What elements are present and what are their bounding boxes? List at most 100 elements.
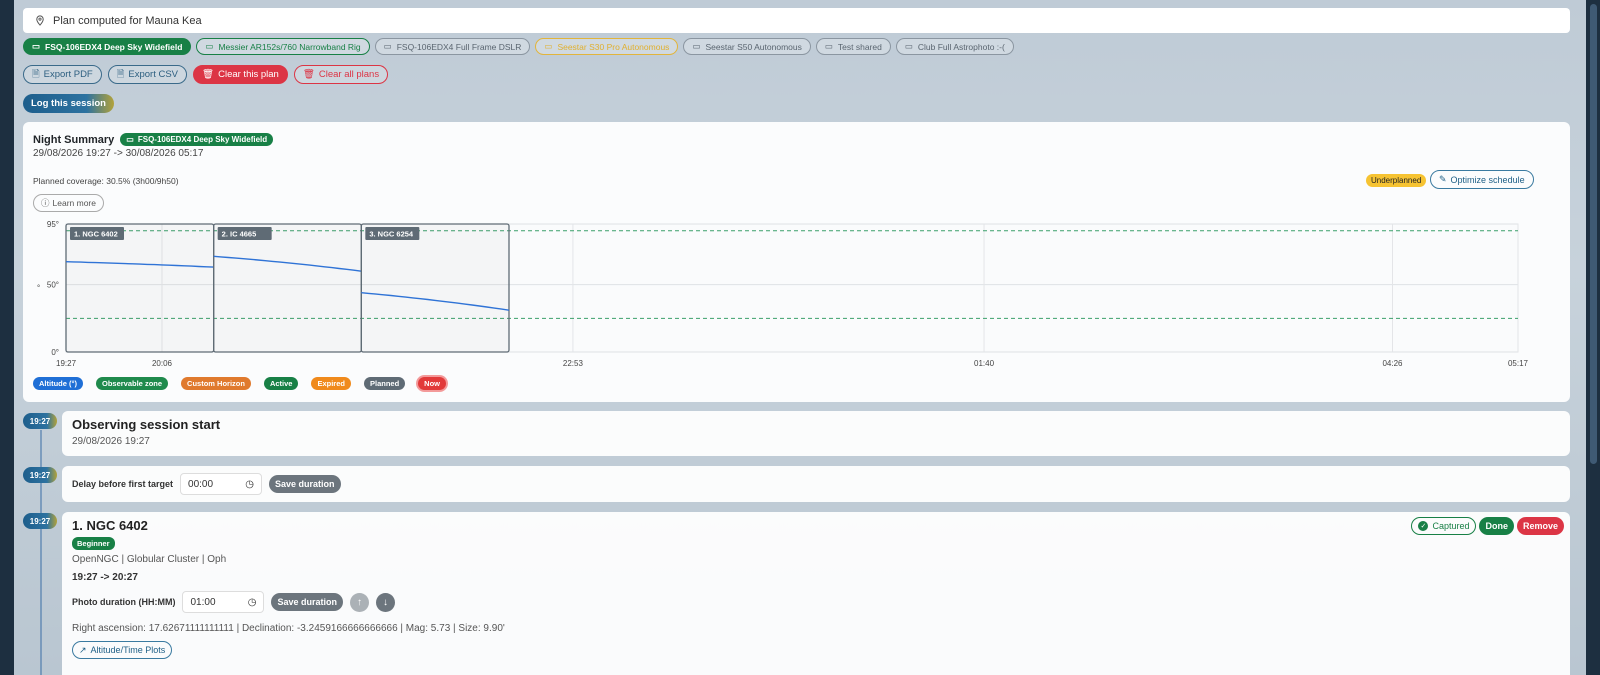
clock-icon: ◷ xyxy=(245,478,255,490)
delay-value: 00:00 xyxy=(188,478,214,490)
check-circle-icon: ✓ xyxy=(1418,521,1429,531)
target1-catalog: OpenNGC | Globular Cluster | Oph xyxy=(72,554,227,565)
export-csv-button[interactable]: 🗎 Export CSV xyxy=(107,65,188,84)
session-start-title: Observing session start xyxy=(72,417,221,432)
night-summary-card: Night Summary ▭ FSQ-106EDX4 Deep Sky Wide… xyxy=(23,122,1570,402)
legend-item: Planned xyxy=(363,377,406,390)
y-tick-label: 0° xyxy=(51,348,59,357)
x-tick-label: 01:40 xyxy=(974,359,995,368)
target-block xyxy=(213,223,362,353)
rig-chip-label: Messier AR152s/760 Narrowband Rig xyxy=(218,41,361,52)
left-edge-strip xyxy=(0,0,14,675)
photo-duration-input[interactable]: 01:00 ◷ xyxy=(182,591,265,613)
y-tick-label: 95° xyxy=(47,220,59,229)
location-text: Plan computed for Mauna Kea xyxy=(53,14,202,27)
target-label: 1. NGC 6402 xyxy=(74,230,118,239)
rig-chip-label: Seestar S30 Pro Autonomous xyxy=(557,41,670,52)
briefcase-icon: ▭ xyxy=(126,135,134,144)
delay-save-button[interactable]: Save duration xyxy=(269,475,341,493)
rig-chip-label: Seestar S50 Autonomous xyxy=(705,41,802,52)
x-tick-label: 19:27 xyxy=(56,359,77,368)
export-pdf-label: Export PDF xyxy=(43,69,93,80)
difficulty-badge: Beginner xyxy=(72,537,115,550)
clock-icon: ◷ xyxy=(247,596,257,608)
scrollbar-track[interactable] xyxy=(1586,0,1600,675)
move-down-button[interactable]: ↓ xyxy=(376,592,395,612)
clear-plan-button[interactable]: 🗑 Clear this plan xyxy=(193,65,288,84)
done-button[interactable]: Done xyxy=(1479,517,1514,535)
rig-chip[interactable]: ▭ Club Full Astrophoto :-( xyxy=(895,38,1014,55)
rig-chip[interactable]: ▭ Messier AR152s/760 Narrowband Rig xyxy=(196,38,370,55)
export-csv-label: Export CSV xyxy=(128,69,179,80)
scrollbar-thumb[interactable] xyxy=(1590,4,1597,464)
target-label: 2. IC 4665 xyxy=(222,230,257,239)
file-icon: 🗎 xyxy=(32,68,40,80)
summary-rig-badge: ▭ FSQ-106EDX4 Deep Sky Widefield xyxy=(120,133,274,146)
help-circle-icon: ⓘ xyxy=(41,198,50,208)
photo-duration-label: Photo duration (HH:MM) xyxy=(72,597,176,607)
x-tick-label: 20:06 xyxy=(152,359,173,368)
learn-more-button[interactable]: ⓘ Learn more xyxy=(33,194,104,212)
rig-chip-label: Test shared xyxy=(837,41,882,52)
rig-chip[interactable]: ▭ Seestar S30 Pro Autonomous xyxy=(535,38,679,55)
rig-chip[interactable]: ▭ FSQ-106EDX4 Deep Sky Widefield xyxy=(23,38,192,55)
summary-rig-label: FSQ-106EDX4 Deep Sky Widefield xyxy=(137,135,268,144)
legend-item: Custom Horizon xyxy=(181,377,251,390)
legend-item: Altitude (°) xyxy=(33,377,83,390)
target1-time: 19:27 xyxy=(23,513,57,529)
captured-button[interactable]: ✓ Captured xyxy=(1411,517,1477,535)
photo-save-button[interactable]: Save duration xyxy=(271,593,343,611)
briefcase-icon: ▭ xyxy=(904,41,913,51)
chart-line-icon: ↗ xyxy=(79,644,87,655)
session-start-card: Observing session start 29/08/2026 19:27 xyxy=(62,411,1570,456)
trash-icon: 🗑 xyxy=(302,69,315,80)
target-block xyxy=(360,223,510,353)
y-tick-label: 50° xyxy=(47,281,59,290)
session-start-time: 19:27 xyxy=(23,413,57,429)
rig-chip-label: FSQ-106EDX4 Deep Sky Widefield xyxy=(45,41,183,52)
legend-item: Expired xyxy=(311,377,351,390)
briefcase-icon: ▭ xyxy=(824,41,833,51)
log-session-label: Log this session xyxy=(31,98,106,109)
briefcase-icon: ▭ xyxy=(544,41,553,51)
target1-card: 1. NGC 6402 Beginner OpenNGC | Globular … xyxy=(62,512,1570,675)
move-up-button[interactable]: ↑ xyxy=(350,592,369,612)
briefcase-icon: ▭ xyxy=(32,41,41,51)
delay-card: Delay before first target 00:00 ◷ Save du… xyxy=(62,466,1570,502)
delay-input[interactable]: 00:00 ◷ xyxy=(180,473,263,495)
trash-icon: 🗑 xyxy=(202,69,215,80)
night-summary-title: Night Summary ▭ FSQ-106EDX4 Deep Sky Wide… xyxy=(33,133,274,146)
optimize-schedule-button[interactable]: ✎ Optimize schedule xyxy=(1430,170,1534,189)
target1-title: 1. NGC 6402 xyxy=(72,518,148,533)
arrow-down-icon: ↓ xyxy=(383,596,388,608)
rig-chip[interactable]: ▭ Test shared xyxy=(815,38,891,55)
delay-save-label: Save duration xyxy=(275,479,335,489)
location-bar: Plan computed for Mauna Kea xyxy=(23,8,1570,33)
x-tick-label: 05:17 xyxy=(1508,359,1529,368)
legend-item: Now xyxy=(418,377,447,390)
export-pdf-button[interactable]: 🗎 Export PDF xyxy=(23,65,102,84)
action-buttons: 🗎 Export PDF 🗎 Export CSV 🗑 Clear this plan… xyxy=(23,65,389,84)
rig-selector: ▭ FSQ-106EDX4 Deep Sky Widefield ▭ Messier … xyxy=(23,38,1014,55)
altitude-time-plots-button[interactable]: ↗ Altitude/Time Plots xyxy=(72,641,173,659)
briefcase-icon: ▭ xyxy=(692,41,701,51)
legend-item: Active xyxy=(263,377,299,390)
target1-coordinates: Right ascension: 17.62671111111111 | Dec… xyxy=(72,623,505,634)
learn-more-label: Learn more xyxy=(52,198,96,208)
y-axis-label: ° xyxy=(37,284,40,293)
rig-chip[interactable]: ▭ FSQ-106EDX4 Full Frame DSLR xyxy=(374,38,531,55)
file-icon: 🗎 xyxy=(116,68,125,80)
captured-label: Captured xyxy=(1432,521,1470,531)
log-session-button[interactable]: Log this session xyxy=(23,94,114,113)
delay-label: Delay before first target xyxy=(72,479,174,489)
arrow-up-icon: ↑ xyxy=(357,596,362,608)
legend-item: Observable zone xyxy=(96,377,169,390)
rig-chip[interactable]: ▭ Seestar S50 Autonomous xyxy=(683,38,811,55)
clear-all-plans-button[interactable]: 🗑 Clear all plans xyxy=(293,65,389,84)
altitude-chart: 95° 50° 0° ° 19:27 20:06 22:53 01:40 04:26 05:17 1… xyxy=(37,220,1529,368)
remove-label: Remove xyxy=(1522,521,1558,531)
status-badge: Underplanned xyxy=(1366,174,1427,187)
map-pin-icon xyxy=(36,15,44,26)
done-label: Done xyxy=(1485,521,1508,531)
remove-button[interactable]: Remove xyxy=(1516,517,1564,535)
